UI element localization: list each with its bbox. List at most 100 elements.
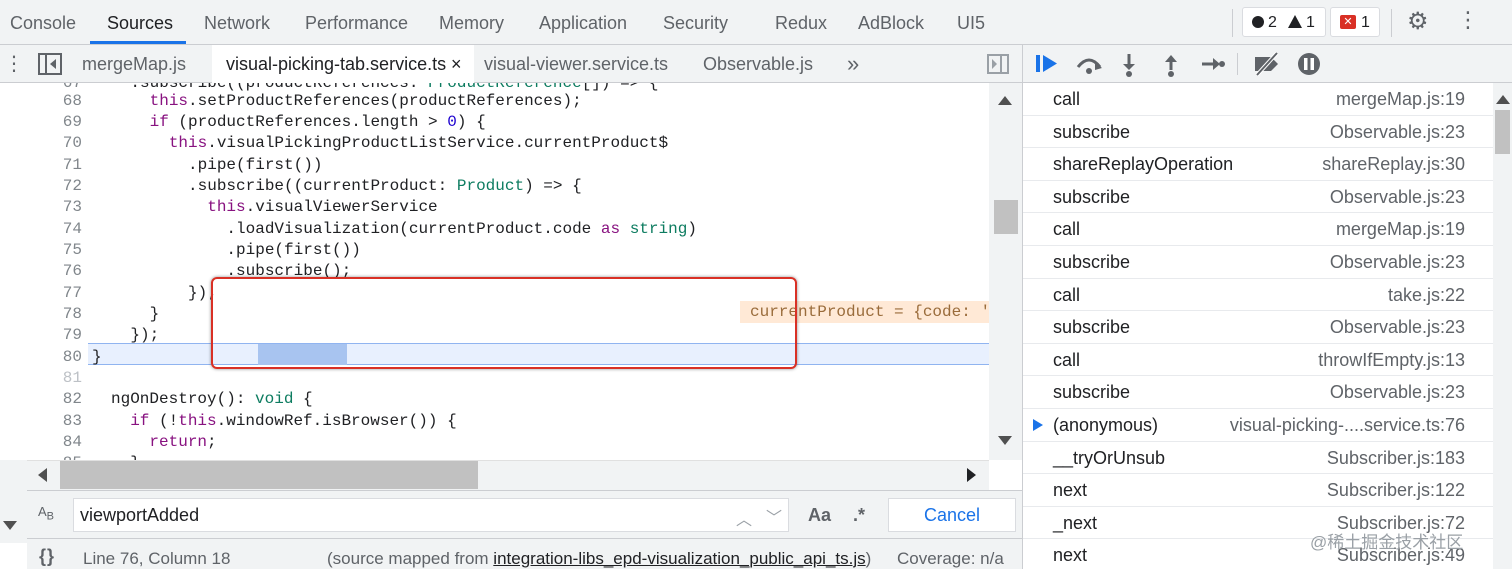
step-over-icon[interactable] [1075, 53, 1103, 75]
tab-console[interactable]: Console [10, 0, 76, 45]
scroll-down-arrow-icon[interactable] [3, 521, 17, 530]
call-frame-location[interactable]: take.js:22 [1388, 279, 1465, 311]
scroll-down-arrow-icon[interactable] [998, 436, 1012, 445]
call-frame-row[interactable]: subscribe Observable.js:23 [1023, 311, 1493, 344]
code-line[interactable]: if (productReferences.length > 0) { [92, 112, 486, 133]
replace-toggle-icon[interactable]: AB [38, 505, 54, 524]
toggle-debugger-icon[interactable] [987, 54, 1009, 74]
tab-sources[interactable]: Sources [107, 0, 173, 45]
code-line[interactable]: .subscribe((currentProduct: Product) => … [92, 176, 582, 197]
step-icon[interactable] [1201, 54, 1225, 74]
line-number[interactable]: 74 [27, 219, 82, 240]
more-vertical-icon[interactable]: ⋮ [4, 54, 24, 74]
call-frame-row[interactable]: (anonymous) visual-picking-....service.ts… [1023, 409, 1493, 442]
call-frame-row[interactable]: call throwIfEmpty.js:13 [1023, 344, 1493, 377]
file-tab-visual-picking[interactable]: visual-picking-tab.service.ts [212, 45, 474, 83]
code-line[interactable]: }); [92, 283, 217, 304]
step-into-icon[interactable] [1121, 53, 1137, 77]
line-number[interactable]: 72 [27, 176, 82, 197]
line-number[interactable]: 78 [27, 304, 82, 325]
cancel-button[interactable]: Cancel [888, 498, 1016, 532]
call-stack-scroll-thumb[interactable] [1495, 110, 1510, 154]
line-number[interactable]: 76 [27, 261, 82, 282]
call-frame-row[interactable]: call mergeMap.js:19 [1023, 83, 1493, 116]
call-frame-location[interactable]: Observable.js:23 [1330, 116, 1465, 148]
tab-ui5[interactable]: UI5 [957, 0, 985, 45]
resume-icon[interactable] [1035, 53, 1061, 75]
step-out-icon[interactable] [1163, 53, 1179, 77]
call-frame-location[interactable]: mergeMap.js:19 [1336, 213, 1465, 245]
call-frame-location[interactable]: visual-picking-....service.ts:76 [1230, 409, 1465, 441]
call-frame-row[interactable]: subscribe Observable.js:23 [1023, 246, 1493, 279]
more-tabs-icon[interactable]: » [847, 45, 859, 83]
match-case-button[interactable]: Aa [808, 505, 831, 526]
call-frame-row[interactable]: subscribe Observable.js:23 [1023, 116, 1493, 149]
call-frame-row[interactable]: next Subscriber.js:122 [1023, 474, 1493, 507]
file-tab-observable[interactable]: Observable.js [703, 45, 813, 83]
code-line[interactable]: this.visualViewerService [92, 197, 437, 218]
tab-adblock[interactable]: AdBlock [858, 0, 924, 45]
deactivate-breakpoints-icon[interactable] [1253, 52, 1281, 76]
line-number[interactable]: 73 [27, 197, 82, 218]
line-number[interactable]: 68 [27, 91, 82, 112]
line-number[interactable]: 71 [27, 155, 82, 176]
scroll-up-arrow-icon[interactable] [998, 96, 1012, 105]
call-frame-location[interactable]: Observable.js:23 [1330, 376, 1465, 408]
call-frame-location[interactable]: shareReplay.js:30 [1322, 148, 1465, 180]
call-frame-row[interactable]: call take.js:22 [1023, 279, 1493, 312]
scroll-up-arrow-icon[interactable] [1496, 95, 1510, 104]
code-line[interactable]: .pipe(first()) [92, 155, 322, 176]
line-number[interactable]: 84 [27, 432, 82, 453]
call-frame-row[interactable]: subscribe Observable.js:23 [1023, 376, 1493, 409]
call-frame-location[interactable]: throwIfEmpty.js:13 [1318, 344, 1465, 376]
tab-network[interactable]: Network [204, 0, 270, 45]
editor-vertical-scroll-thumb[interactable] [994, 200, 1018, 234]
gear-icon[interactable]: ⚙ [1407, 10, 1429, 34]
code-line[interactable]: }); [92, 325, 159, 346]
search-previous-icon[interactable]: ︿ [736, 506, 752, 530]
code-line[interactable]: this.visualPickingProductListService.cur… [92, 133, 668, 154]
close-tab-icon[interactable]: × [451, 45, 462, 83]
editor-vertical-scrollbar[interactable] [989, 83, 1022, 460]
code-line[interactable]: } [92, 347, 102, 368]
editor-horizontal-scroll-thumb[interactable] [60, 461, 478, 489]
line-number[interactable]: 75 [27, 240, 82, 261]
code-line[interactable]: ngOnDestroy(): void { [111, 389, 313, 410]
call-frame-location[interactable]: Subscriber.js:122 [1327, 474, 1465, 506]
call-frame-row[interactable]: __tryOrUnsub Subscriber.js:183 [1023, 442, 1493, 475]
line-number[interactable]: 85 [27, 453, 82, 460]
line-number[interactable]: 82 [27, 389, 82, 410]
line-number[interactable]: 77 [27, 283, 82, 304]
call-stack-scrollbar[interactable] [1493, 83, 1512, 569]
call-frame-location[interactable]: mergeMap.js:19 [1336, 83, 1465, 115]
code-line[interactable]: .pipe(first()) [92, 240, 360, 261]
errors-counter[interactable]: ✕ 1 [1330, 7, 1380, 37]
search-input[interactable]: viewportAdded [73, 498, 789, 532]
code-line[interactable]: return; [111, 432, 216, 453]
pause-on-exceptions-icon[interactable] [1297, 52, 1321, 76]
line-number[interactable]: 80 [27, 347, 82, 368]
line-number[interactable]: 81 [27, 368, 82, 389]
code-line[interactable]: } [92, 304, 160, 325]
tab-redux[interactable]: Redux [775, 0, 827, 45]
file-tab-mergemap[interactable]: mergeMap.js [82, 45, 186, 83]
code-line[interactable]: .loadVisualization(currentProduct.code a… [92, 219, 697, 240]
line-number[interactable]: 70 [27, 133, 82, 154]
call-frame-row[interactable]: subscribe Observable.js:23 [1023, 181, 1493, 214]
call-frame-location[interactable]: Observable.js:23 [1330, 181, 1465, 213]
line-number[interactable]: 79 [27, 325, 82, 346]
call-frame-row[interactable]: shareReplayOperation shareReplay.js:30 [1023, 148, 1493, 181]
tab-application[interactable]: Application [539, 0, 627, 45]
more-vertical-icon[interactable]: ⋮ [1457, 9, 1479, 31]
call-frame-row[interactable]: call mergeMap.js:19 [1023, 213, 1493, 246]
pretty-print-button[interactable]: {} [39, 546, 55, 567]
code-line[interactable]: } [111, 453, 140, 460]
tab-memory[interactable]: Memory [439, 0, 504, 45]
toggle-navigator-icon[interactable] [38, 53, 62, 75]
line-number[interactable]: 69 [27, 112, 82, 133]
tab-performance[interactable]: Performance [305, 0, 408, 45]
scroll-right-arrow-icon[interactable] [967, 468, 976, 482]
call-frame-location[interactable]: Observable.js:23 [1330, 246, 1465, 278]
code-editor[interactable]: 67 68 69 70 71 72 73 74 75 76 77 78 79 8… [0, 83, 1022, 460]
source-map-link[interactable]: integration-libs_epd-visualization_publi… [493, 549, 865, 568]
